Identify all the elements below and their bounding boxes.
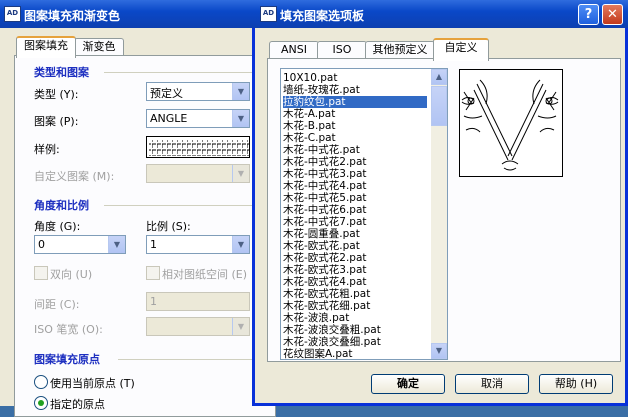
type-select[interactable]: 预定义 ▼ [146,82,250,101]
tab-hatch[interactable]: 图案填充 [16,36,76,58]
specified-origin-label: 指定的原点 [50,398,105,411]
list-scrollbar[interactable]: ▲ ▼ [431,69,447,359]
app-icon: AD [260,6,277,22]
pattern-list-item[interactable]: 木花-中式花.pat [283,144,427,156]
group-title-origin: 图案填充原点 [34,353,100,366]
tab-iso[interactable]: ISO [317,41,367,59]
app-icon: AD [4,6,21,22]
help-icon[interactable]: ? [578,4,599,25]
chevron-down-icon[interactable]: ▼ [108,236,125,253]
back-dialog-title: 图案填充和渐变色 [24,9,121,23]
pattern-list-item[interactable]: 花纹图案A.pat [283,348,427,359]
chevron-down-icon[interactable]: ▼ [232,165,249,182]
angle-label: 角度 (G): [34,220,81,233]
pattern-preview-graphic [461,79,559,171]
use-current-origin-radio[interactable] [34,375,48,389]
custom-pattern-label: 自定义图案 (M): [34,170,115,183]
hatch-pattern-palette-dialog: AD 填充图案选项板 ? ✕ ANSI ISO 其他预定义 自定义 10X10.… [252,0,628,406]
tab-ansi[interactable]: ANSI [269,41,319,59]
pattern-list-item[interactable]: 木花-中式花2.pat [283,156,427,168]
spacing-label: 间距 (C): [34,298,80,311]
divider [118,359,262,360]
pattern-list-item[interactable]: 木花-欧式花.pat [283,240,427,252]
iso-pen-label: ISO 笔宽 (O): [34,323,103,336]
pattern-list-item[interactable]: 木花-欧式花3.pat [283,264,427,276]
pattern-list-item[interactable]: 木花-B.pat [283,120,427,132]
front-dialog-titlebar[interactable]: AD 填充图案选项板 ? ✕ [252,0,628,28]
divider [104,72,262,73]
pattern-list-item[interactable]: 木花-欧式花粗.pat [283,288,427,300]
scroll-down-icon[interactable]: ▼ [431,343,447,359]
double-label: 双向 (U) [50,268,93,281]
pattern-list-item[interactable]: 木花-欧式花2.pat [283,252,427,264]
pattern-list-item[interactable]: 木花-C.pat [283,132,427,144]
hatch-gradient-dialog: AD 图案填充和渐变色 图案填充 渐变色 类型和图案 类型 (Y): 预定义 ▼… [0,0,276,417]
custom-pattern-select[interactable]: ▼ [146,164,250,183]
swatch-label: 样例: [34,143,60,156]
tab-other-predefined[interactable]: 其他预定义 [365,41,435,59]
type-label: 类型 (Y): [34,88,79,101]
spacing-field[interactable]: 1 [146,292,250,311]
pattern-list[interactable]: 10X10.pat 墙纸-玫瑰花.pat 拉豹纹包.pat 木花-A.pat 木花-B.… [280,68,448,360]
pattern-label: 图案 (P): [34,115,79,128]
spacing-field-value: 1 [150,295,157,308]
double-checkbox[interactable] [34,266,48,280]
chevron-down-icon[interactable]: ▼ [232,110,249,127]
scale-select[interactable]: 1 ▼ [146,235,250,254]
front-dialog-title: 填充图案选项板 [280,9,365,23]
relative-paper-label: 相对图纸空间 (E) [162,268,248,281]
pattern-list-item[interactable]: 墙纸-玫瑰花.pat [283,84,427,96]
chevron-down-icon[interactable]: ▼ [232,318,249,335]
iso-pen-select[interactable]: ▼ [146,317,250,336]
help-button[interactable]: 帮助 (H) [539,374,613,394]
divider [104,205,262,206]
scroll-up-icon[interactable]: ▲ [431,69,447,85]
angle-select[interactable]: 0 ▼ [34,235,126,254]
back-dialog-titlebar[interactable]: AD 图案填充和渐变色 [0,0,262,28]
pattern-list-item[interactable]: 拉豹纹包.pat [283,96,427,108]
cancel-button[interactable]: 取消 [455,374,529,394]
relative-paper-checkbox[interactable] [146,266,160,280]
pattern-list-item[interactable]: 木花-中式花5.pat [283,192,427,204]
pattern-preview [459,69,563,177]
type-select-value: 预定义 [150,87,183,100]
pattern-list-item[interactable]: 木花-波浪交叠粗.pat [283,324,427,336]
pattern-select[interactable]: ANGLE ▼ [146,109,250,128]
pattern-list-item[interactable]: 木花-欧式花4.pat [283,276,427,288]
group-title-angle-scale: 角度和比例 [34,199,89,212]
close-icon[interactable]: ✕ [602,4,623,25]
pattern-list-item[interactable]: 木花-中式花4.pat [283,180,427,192]
pattern-list-item[interactable]: 木花-中式花6.pat [283,204,427,216]
pattern-list-item[interactable]: 木花-圆重叠.pat [283,228,427,240]
scale-select-value: 1 [150,238,157,251]
ok-button[interactable]: 确定 [371,374,445,394]
pattern-select-value: ANGLE [150,112,188,125]
angle-select-value: 0 [38,238,45,251]
tab-custom[interactable]: 自定义 [433,38,489,61]
use-current-origin-label: 使用当前原点 (T) [50,377,135,390]
specified-origin-radio[interactable] [34,396,48,410]
pattern-list-item[interactable]: 木花-中式花7.pat [283,216,427,228]
pattern-list-item[interactable]: 木花-A.pat [283,108,427,120]
pattern-list-item[interactable]: 10X10.pat [283,72,427,84]
pattern-list-item[interactable]: 木花-欧式花细.pat [283,300,427,312]
chevron-down-icon[interactable]: ▼ [232,83,249,100]
scale-label: 比例 (S): [146,220,191,233]
angle-pattern-swatch [149,140,249,156]
pattern-list-item[interactable]: 木花-中式花3.pat [283,168,427,180]
swatch-preview[interactable] [146,136,250,158]
chevron-down-icon[interactable]: ▼ [232,236,249,253]
pattern-list-item[interactable]: 木花-波浪.pat [283,312,427,324]
scroll-thumb[interactable] [431,86,447,126]
pattern-list-item[interactable]: 木花-波浪交叠细.pat [283,336,427,348]
group-title-type-pattern: 类型和图案 [34,66,89,79]
